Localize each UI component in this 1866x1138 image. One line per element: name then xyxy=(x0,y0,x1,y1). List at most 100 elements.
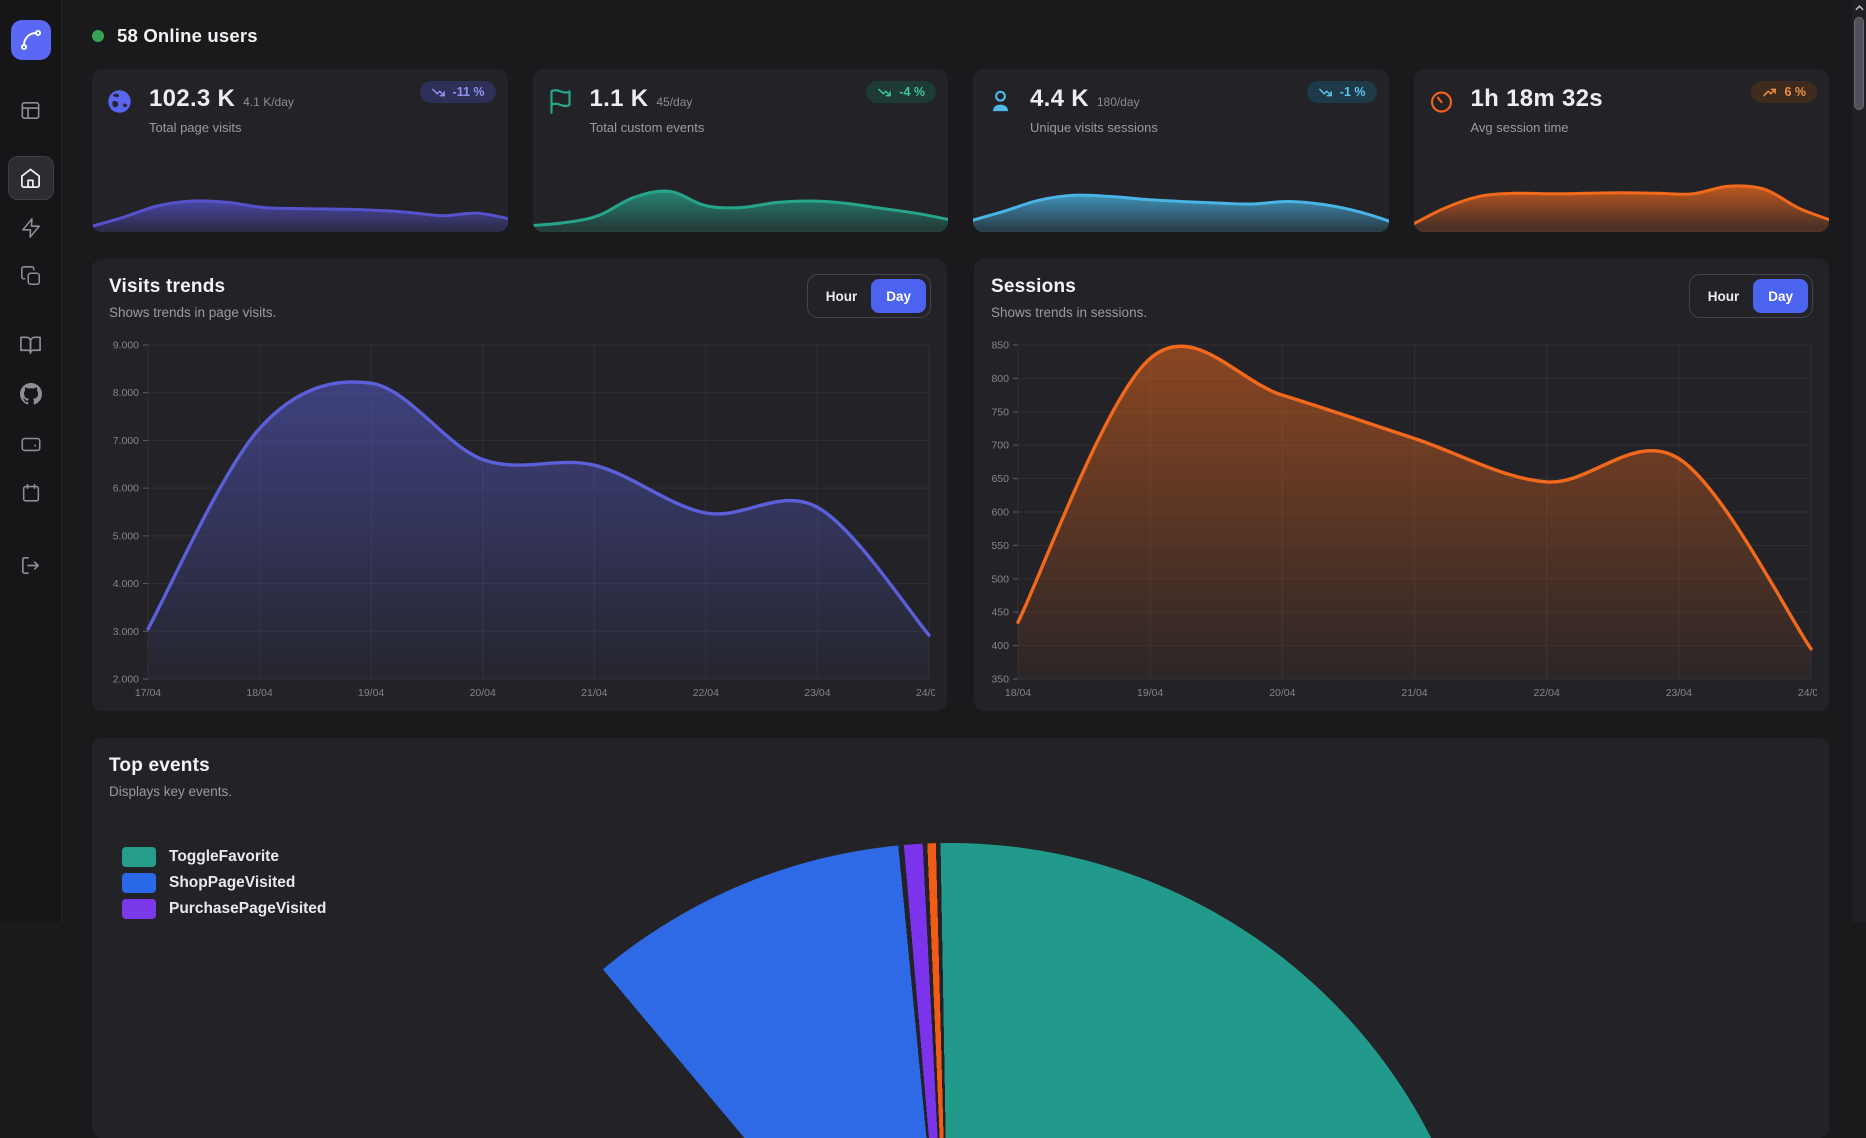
sidebar-item-github[interactable] xyxy=(8,372,54,416)
calendar-icon xyxy=(20,482,42,504)
svg-text:3.000: 3.000 xyxy=(113,626,139,638)
svg-text:6.000: 6.000 xyxy=(113,483,139,495)
toggle-day-button[interactable]: Day xyxy=(1753,279,1808,313)
legend-item[interactable]: ToggleFavorite xyxy=(122,847,326,867)
sessions-panel: Sessions Shows trends in sessions. Hour … xyxy=(974,259,1829,711)
svg-text:19/04: 19/04 xyxy=(358,687,384,699)
legend-item[interactable]: PurchasePageVisited xyxy=(122,899,326,919)
stat-card-page-visits: 102.3 K 4.1 K/day Total page visits -11 … xyxy=(92,69,508,232)
stat-rate: 4.1 K/day xyxy=(243,95,294,109)
trend-down-icon xyxy=(1318,85,1333,100)
stat-label: Total custom events xyxy=(590,120,705,135)
sidebar-item-actions[interactable] xyxy=(8,206,54,250)
stat-value: 102.3 K xyxy=(149,85,235,113)
toggle-hour-button[interactable]: Hour xyxy=(1694,279,1754,313)
trend-badge: -4 % xyxy=(866,81,936,103)
sidebar-item-calendar[interactable] xyxy=(8,471,54,515)
svg-text:24/04: 24/04 xyxy=(916,687,935,699)
events-pie-chart[interactable] xyxy=(410,843,1490,1138)
legend-swatch xyxy=(122,873,156,893)
svg-text:2.000: 2.000 xyxy=(113,674,139,686)
legend-swatch xyxy=(122,847,156,867)
scrollbar-up-arrow[interactable] xyxy=(1852,0,1866,16)
lightning-icon xyxy=(20,217,42,239)
svg-text:22/04: 22/04 xyxy=(1534,687,1560,699)
svg-text:550: 550 xyxy=(991,540,1009,552)
svg-text:20/04: 20/04 xyxy=(470,687,496,699)
panels-icon xyxy=(19,99,42,122)
trend-badge: -1 % xyxy=(1307,81,1377,103)
sidebar-item-panels[interactable] xyxy=(8,88,54,132)
pie-legend: ToggleFavorite ShopPageVisited PurchaseP… xyxy=(122,847,326,919)
book-icon xyxy=(19,333,42,356)
stat-label: Total page visits xyxy=(149,120,294,135)
sparkline-chart xyxy=(973,168,1389,232)
visits-trends-chart[interactable]: 9.0008.0007.0006.0005.0004.0003.0002.000… xyxy=(102,339,935,703)
github-icon xyxy=(20,383,42,405)
svg-text:23/04: 23/04 xyxy=(1666,687,1692,699)
svg-text:20/04: 20/04 xyxy=(1269,687,1295,699)
main-content: 58 Online users 102.3 K 4.1 K/day xyxy=(62,0,1866,1138)
stat-value: 1h 18m 32s xyxy=(1471,85,1603,113)
svg-text:850: 850 xyxy=(991,340,1009,352)
sidebar-item-billing[interactable] xyxy=(8,422,54,466)
scrollbar xyxy=(1852,0,1866,922)
svg-text:22/04: 22/04 xyxy=(693,687,719,699)
sidebar-logout[interactable] xyxy=(8,543,54,587)
svg-text:5.000: 5.000 xyxy=(113,530,139,542)
legend-label: PurchasePageVisited xyxy=(169,900,326,918)
trend-badge-text: -4 % xyxy=(899,85,925,99)
svg-text:21/04: 21/04 xyxy=(581,687,607,699)
svg-text:9.000: 9.000 xyxy=(113,340,139,352)
online-status-dot xyxy=(92,30,104,42)
legend-label: ToggleFavorite xyxy=(169,848,279,866)
toggle-day-button[interactable]: Day xyxy=(871,279,926,313)
sessions-chart[interactable]: 85080075070065060055050045040035018/0419… xyxy=(984,339,1817,703)
wallet-icon xyxy=(20,433,42,455)
sidebar-item-docs[interactable] xyxy=(8,322,54,366)
svg-text:400: 400 xyxy=(991,640,1009,652)
online-users-header: 58 Online users xyxy=(92,22,1829,50)
legend-item[interactable]: ShopPageVisited xyxy=(122,873,326,893)
app-logo[interactable] xyxy=(11,20,51,60)
svg-text:800: 800 xyxy=(991,373,1009,385)
panel-subtitle: Displays key events. xyxy=(92,777,1829,799)
copy-icon xyxy=(20,265,42,287)
trend-badge-text: -11 % xyxy=(453,85,485,99)
sparkline-chart xyxy=(92,168,508,232)
svg-text:500: 500 xyxy=(991,573,1009,585)
trend-down-icon xyxy=(877,85,892,100)
visits-trends-panel: Visits trends Shows trends in page visit… xyxy=(92,259,947,711)
stat-value: 1.1 K xyxy=(590,85,649,113)
svg-text:700: 700 xyxy=(991,440,1009,452)
svg-text:450: 450 xyxy=(991,607,1009,619)
sparkline-chart xyxy=(1414,168,1830,232)
logout-icon xyxy=(19,554,42,577)
stat-card-unique-visits: 4.4 K 180/day Unique visits sessions -1 … xyxy=(973,69,1389,232)
person-icon xyxy=(987,88,1014,115)
trend-badge: 6 % xyxy=(1751,81,1817,103)
charts-row: Visits trends Shows trends in page visit… xyxy=(92,259,1829,711)
globe-icon xyxy=(106,88,133,115)
svg-text:21/04: 21/04 xyxy=(1401,687,1427,699)
stat-label: Avg session time xyxy=(1471,120,1611,135)
sidebar-item-home[interactable] xyxy=(8,156,54,200)
svg-text:4.000: 4.000 xyxy=(113,578,139,590)
flag-icon xyxy=(547,88,574,115)
svg-text:23/04: 23/04 xyxy=(804,687,830,699)
trend-down-icon xyxy=(431,85,446,100)
spline-curve-logo-icon xyxy=(19,28,43,52)
stat-card-avg-session: 1h 18m 32s Avg session time 6 % xyxy=(1414,69,1830,232)
online-users-count: 58 Online users xyxy=(117,25,258,47)
toggle-hour-button[interactable]: Hour xyxy=(812,279,872,313)
svg-text:19/04: 19/04 xyxy=(1137,687,1163,699)
svg-text:17/04: 17/04 xyxy=(135,687,161,699)
hour-day-toggle: Hour Day xyxy=(1689,274,1813,318)
stat-card-custom-events: 1.1 K 45/day Total custom events -4 % xyxy=(533,69,949,232)
top-events-panel: Top events Displays key events. ToggleFa… xyxy=(92,738,1829,1138)
svg-text:750: 750 xyxy=(991,406,1009,418)
sidebar-item-pages[interactable] xyxy=(8,254,54,298)
scrollbar-thumb[interactable] xyxy=(1854,17,1864,110)
stat-cards-row: 102.3 K 4.1 K/day Total page visits -11 … xyxy=(92,69,1829,232)
stat-value: 4.4 K xyxy=(1030,85,1089,113)
